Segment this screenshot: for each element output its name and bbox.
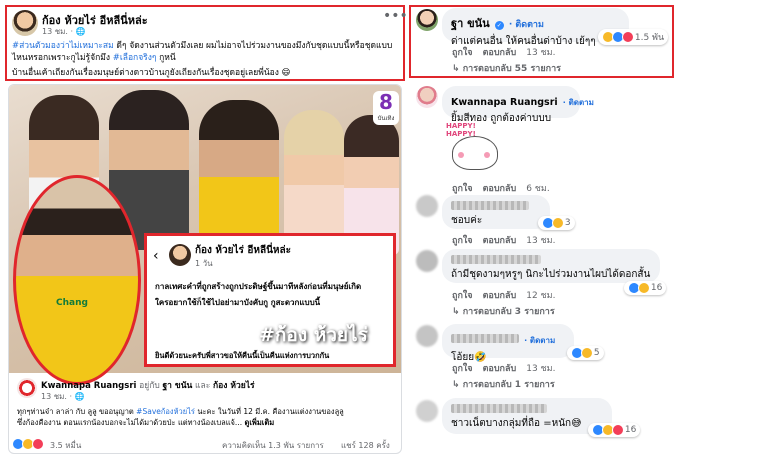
- tagged-user[interactable]: ก้อง ห้วยไร่: [213, 381, 255, 391]
- tagged-user[interactable]: ฐา ขนัน: [162, 381, 192, 391]
- like-button[interactable]: ถูกใจ: [452, 48, 473, 58]
- commenter-avatar[interactable]: [416, 325, 438, 347]
- hashtag-link[interactable]: #เลือกจริงๆ: [113, 53, 157, 63]
- comment-count[interactable]: ความคิดเห็น 1.3 พัน รายการ: [222, 439, 324, 452]
- blurred-name: [451, 334, 519, 343]
- follow-button[interactable]: · ติดตาม: [524, 336, 555, 345]
- comment-text: ถ้ามีชุดงามๆหรูๆ นิกะไปร่วมงานไผบ่ได้ดอก…: [451, 269, 651, 280]
- inset-line: ใครอยากใช้ก็ใช้ไปอย่ามาบังคับกู กูสะดวกแ…: [155, 298, 321, 307]
- hashtag-overlay: #ก้อง ห้วยไร่: [259, 324, 368, 346]
- hashtag-link[interactable]: #ส่วนตัวมองว่าไม่เหมาะสม: [12, 41, 114, 51]
- author-avatar[interactable]: [12, 10, 38, 36]
- comment-reactions[interactable]: 3: [538, 216, 575, 230]
- comment-reactions[interactable]: 1.5 พัน: [598, 29, 669, 45]
- shirt-logo: Chang: [56, 298, 88, 308]
- inset-avatar: [169, 244, 191, 266]
- see-more-link[interactable]: ดูเพิ่มเติม: [244, 418, 274, 427]
- inset-author: ก้อง ห้วยไร่ อีหลีนี่หล่ะ: [195, 245, 292, 256]
- shared-author-avatar[interactable]: [17, 378, 37, 398]
- like-button[interactable]: ถูกใจ: [452, 236, 473, 246]
- comment-bubble: ชาวเน็ตบางกลุ่มที่ถือ =หนัก😅: [442, 398, 612, 434]
- zoom-circle: Chang: [13, 175, 141, 385]
- reply-button[interactable]: ตอบกลับ: [483, 364, 517, 374]
- comment-bubble: Kwannapa Ruangsri · ติดตาม ยิ้มสีทอง ถูก…: [442, 86, 594, 124]
- comment-reactions[interactable]: 16: [624, 281, 667, 295]
- haha-icon: [638, 282, 650, 294]
- post-body: #ส่วนตัวมองว่าไม่เหมาะสม ดีๆ จัดงานส่วนต…: [12, 41, 393, 78]
- shared-post-body: ทุกๆท่านจ๋า ลาล่า กับ ลูลู ขออนุญาต #Sav…: [17, 407, 344, 427]
- commenter-avatar[interactable]: [416, 400, 438, 422]
- globe-icon: 🌐: [75, 27, 86, 36]
- commenter-avatar[interactable]: [416, 195, 438, 217]
- blurred-name: [451, 404, 547, 413]
- commenter-name[interactable]: Kwannapa Ruangsri: [451, 97, 558, 108]
- comment-bubble: · ติดตาม โอ้ยย🤣: [442, 324, 574, 363]
- blurred-name: [451, 201, 529, 210]
- comment-reactions[interactable]: 16: [588, 423, 641, 437]
- reply-button[interactable]: ตอบกลับ: [483, 291, 517, 301]
- haha-icon: [581, 347, 593, 359]
- comment-actions: ถูกใจ ตอบกลับ 6 ชม.: [452, 184, 550, 194]
- shared-post-time: 13 ชม. · 🌐: [41, 392, 85, 401]
- commenter-avatar[interactable]: [416, 9, 438, 31]
- reply-button[interactable]: ตอบกลับ: [483, 184, 517, 194]
- comment-text: ชาวเน็ตบางกลุ่มที่ถือ =หนัก😅: [451, 418, 582, 429]
- inset-line: กาลเทศะคำที่ถูกสร้างถูกประดิษฐ์ขึ้นมาทีห…: [155, 282, 362, 291]
- share-count[interactable]: แชร์ 128 ครั้ง: [341, 439, 390, 452]
- love-icon: [32, 438, 44, 450]
- follow-button[interactable]: · ติดตาม: [509, 20, 544, 30]
- commenter-avatar[interactable]: [416, 86, 438, 108]
- reaction-icons[interactable]: [12, 438, 44, 452]
- verified-icon: ✓: [494, 21, 504, 30]
- post-time: 13 ชม. · 🌐: [42, 27, 86, 36]
- comment-text: ชอบค่ะ: [451, 215, 483, 226]
- reply-button[interactable]: ตอบกลับ: [483, 48, 517, 58]
- commenter-avatar[interactable]: [416, 250, 438, 272]
- commenter-name[interactable]: ฐา ขนัน: [451, 17, 490, 30]
- view-replies-link[interactable]: การตอบกลับ 55 รายการ: [452, 61, 561, 75]
- comment-actions: ถูกใจ ตอบกลับ 12 ชม.: [452, 291, 556, 301]
- haha-icon: [552, 217, 564, 229]
- post-photo[interactable]: 8 บันเทิง Chang ‹ ก้อง ห้วยไร่ อีหลีนี่ห…: [9, 85, 401, 385]
- comment-reactions[interactable]: 5: [567, 346, 604, 360]
- comment-actions: ถูกใจ ตอบกลับ 13 ชม.: [452, 48, 556, 58]
- back-arrow-icon: ‹: [153, 248, 159, 264]
- more-dots-icon[interactable]: •••: [383, 8, 408, 24]
- comment-actions: ถูกใจ ตอบกลับ 13 ชม.: [452, 364, 556, 374]
- comment-actions: ถูกใจ ตอบกลับ 13 ชม.: [452, 236, 556, 246]
- inset-line: ยินดีด้วยนะครับพี่สาวขอให้คืนนี้เป็นคืนแ…: [155, 350, 330, 362]
- view-replies-link[interactable]: การตอบกลับ 1 รายการ: [452, 377, 555, 391]
- follow-button[interactable]: · ติดตาม: [563, 98, 594, 107]
- like-button[interactable]: ถูกใจ: [452, 184, 473, 194]
- love-icon: [622, 31, 634, 43]
- hashtag-link[interactable]: #Saveก้องห้วยไร่: [136, 407, 195, 416]
- like-button[interactable]: ถูกใจ: [452, 364, 473, 374]
- post-footer: 3.5 หมื่น ความคิดเห็น 1.3 พัน รายการ แชร…: [8, 438, 402, 452]
- comment-bubble: ชอบค่ะ: [442, 195, 550, 229]
- channel-8-logo: 8 บันเทิง: [373, 91, 399, 125]
- reply-button[interactable]: ตอบกลับ: [483, 236, 517, 246]
- comment-bubble: ถ้ามีชุดงามๆหรูๆ นิกะไปร่วมงานไผบ่ได้ดอก…: [442, 249, 660, 283]
- love-icon: [612, 424, 624, 436]
- inset-time: 1 วัน: [195, 259, 213, 268]
- view-replies-link[interactable]: การตอบกลับ 3 รายการ: [452, 304, 555, 318]
- reaction-count[interactable]: 3.5 หมื่น: [50, 439, 81, 452]
- blurred-name: [451, 255, 541, 264]
- post-media-frame: 8 บันเทิง Chang ‹ ก้อง ห้วยไร่ อีหลีนี่ห…: [8, 84, 402, 454]
- like-button[interactable]: ถูกใจ: [452, 291, 473, 301]
- happy-sticker[interactable]: HAPPY! HAPPY!: [446, 122, 504, 174]
